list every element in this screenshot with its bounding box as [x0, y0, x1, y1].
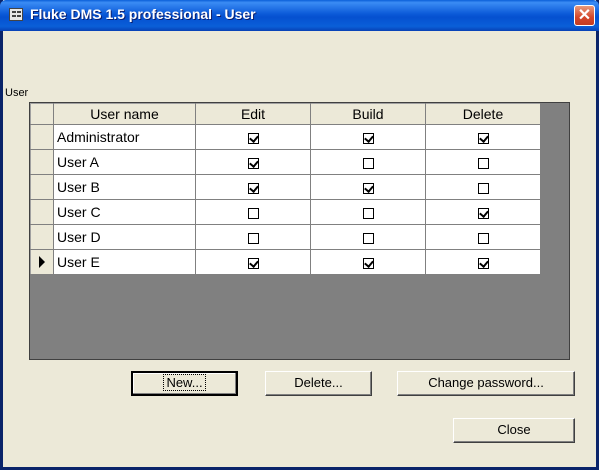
- row-selector[interactable]: [30, 149, 54, 175]
- build-permission-cell: [310, 249, 426, 275]
- build-checkbox[interactable]: [362, 207, 374, 219]
- user-name-cell[interactable]: User B: [53, 174, 196, 200]
- edit-checkbox[interactable]: [247, 157, 259, 169]
- delete-checkbox[interactable]: [477, 232, 489, 244]
- user-name-cell[interactable]: User A: [53, 149, 196, 175]
- current-row-arrow-icon: [39, 256, 45, 268]
- row-selector[interactable]: [30, 249, 54, 275]
- delete-checkbox[interactable]: [477, 257, 489, 269]
- delete-checkbox[interactable]: [477, 157, 489, 169]
- change-password-button[interactable]: Change password...: [397, 371, 575, 396]
- build-permission-cell: [310, 199, 426, 225]
- close-button[interactable]: Close: [453, 418, 575, 443]
- build-permission-cell: [310, 174, 426, 200]
- table-row[interactable]: User E: [30, 249, 541, 275]
- table-row[interactable]: Administrator: [30, 124, 541, 150]
- user-grid[interactable]: User name Edit Build Delete Administrato…: [29, 102, 570, 360]
- delete-permission-cell: [425, 174, 541, 200]
- row-selector[interactable]: [30, 174, 54, 200]
- build-checkbox[interactable]: [362, 257, 374, 269]
- table-row[interactable]: User D: [30, 224, 541, 250]
- edit-permission-cell: [195, 124, 311, 150]
- column-header-build[interactable]: Build: [310, 103, 426, 125]
- build-checkbox[interactable]: [362, 157, 374, 169]
- column-header-edit[interactable]: Edit: [195, 103, 311, 125]
- window-title: Fluke DMS 1.5 professional - User: [30, 6, 256, 22]
- delete-checkbox[interactable]: [477, 132, 489, 144]
- table-row[interactable]: User C: [30, 199, 541, 225]
- row-selector[interactable]: [30, 199, 54, 225]
- edit-checkbox[interactable]: [247, 207, 259, 219]
- build-permission-cell: [310, 224, 426, 250]
- delete-checkbox[interactable]: [477, 207, 489, 219]
- delete-permission-cell: [425, 199, 541, 225]
- edit-permission-cell: [195, 149, 311, 175]
- build-checkbox[interactable]: [362, 132, 374, 144]
- row-selector[interactable]: [30, 124, 54, 150]
- title-bar[interactable]: Fluke DMS 1.5 professional - User ✕: [0, 0, 599, 31]
- user-table: User name Edit Build Delete Administrato…: [30, 103, 541, 275]
- delete-permission-cell: [425, 149, 541, 175]
- edit-permission-cell: [195, 249, 311, 275]
- app-icon: [9, 8, 23, 21]
- delete-permission-cell: [425, 249, 541, 275]
- edit-checkbox[interactable]: [247, 132, 259, 144]
- header-row-selector: [30, 103, 54, 125]
- close-window-button[interactable]: ✕: [574, 5, 595, 26]
- column-header-user-name[interactable]: User name: [53, 103, 196, 125]
- user-name-cell[interactable]: User E: [53, 249, 196, 275]
- new-button-label: New...: [163, 374, 206, 391]
- table-row[interactable]: User B: [30, 174, 541, 200]
- delete-checkbox[interactable]: [477, 182, 489, 194]
- edit-permission-cell: [195, 174, 311, 200]
- edit-permission-cell: [195, 199, 311, 225]
- edit-checkbox[interactable]: [247, 182, 259, 194]
- build-permission-cell: [310, 149, 426, 175]
- row-selector[interactable]: [30, 224, 54, 250]
- delete-permission-cell: [425, 224, 541, 250]
- user-name-cell[interactable]: User C: [53, 199, 196, 225]
- edit-checkbox[interactable]: [247, 232, 259, 244]
- build-permission-cell: [310, 124, 426, 150]
- edit-checkbox[interactable]: [247, 257, 259, 269]
- user-name-cell[interactable]: Administrator: [53, 124, 196, 150]
- user-name-cell[interactable]: User D: [53, 224, 196, 250]
- delete-button[interactable]: Delete...: [265, 371, 372, 396]
- group-label: User: [5, 87, 29, 99]
- table-header-row: User name Edit Build Delete: [30, 103, 541, 125]
- build-checkbox[interactable]: [362, 182, 374, 194]
- table-row[interactable]: User A: [30, 149, 541, 175]
- build-checkbox[interactable]: [362, 232, 374, 244]
- delete-permission-cell: [425, 124, 541, 150]
- column-header-delete[interactable]: Delete: [425, 103, 541, 125]
- edit-permission-cell: [195, 224, 311, 250]
- new-button[interactable]: New...: [131, 371, 238, 396]
